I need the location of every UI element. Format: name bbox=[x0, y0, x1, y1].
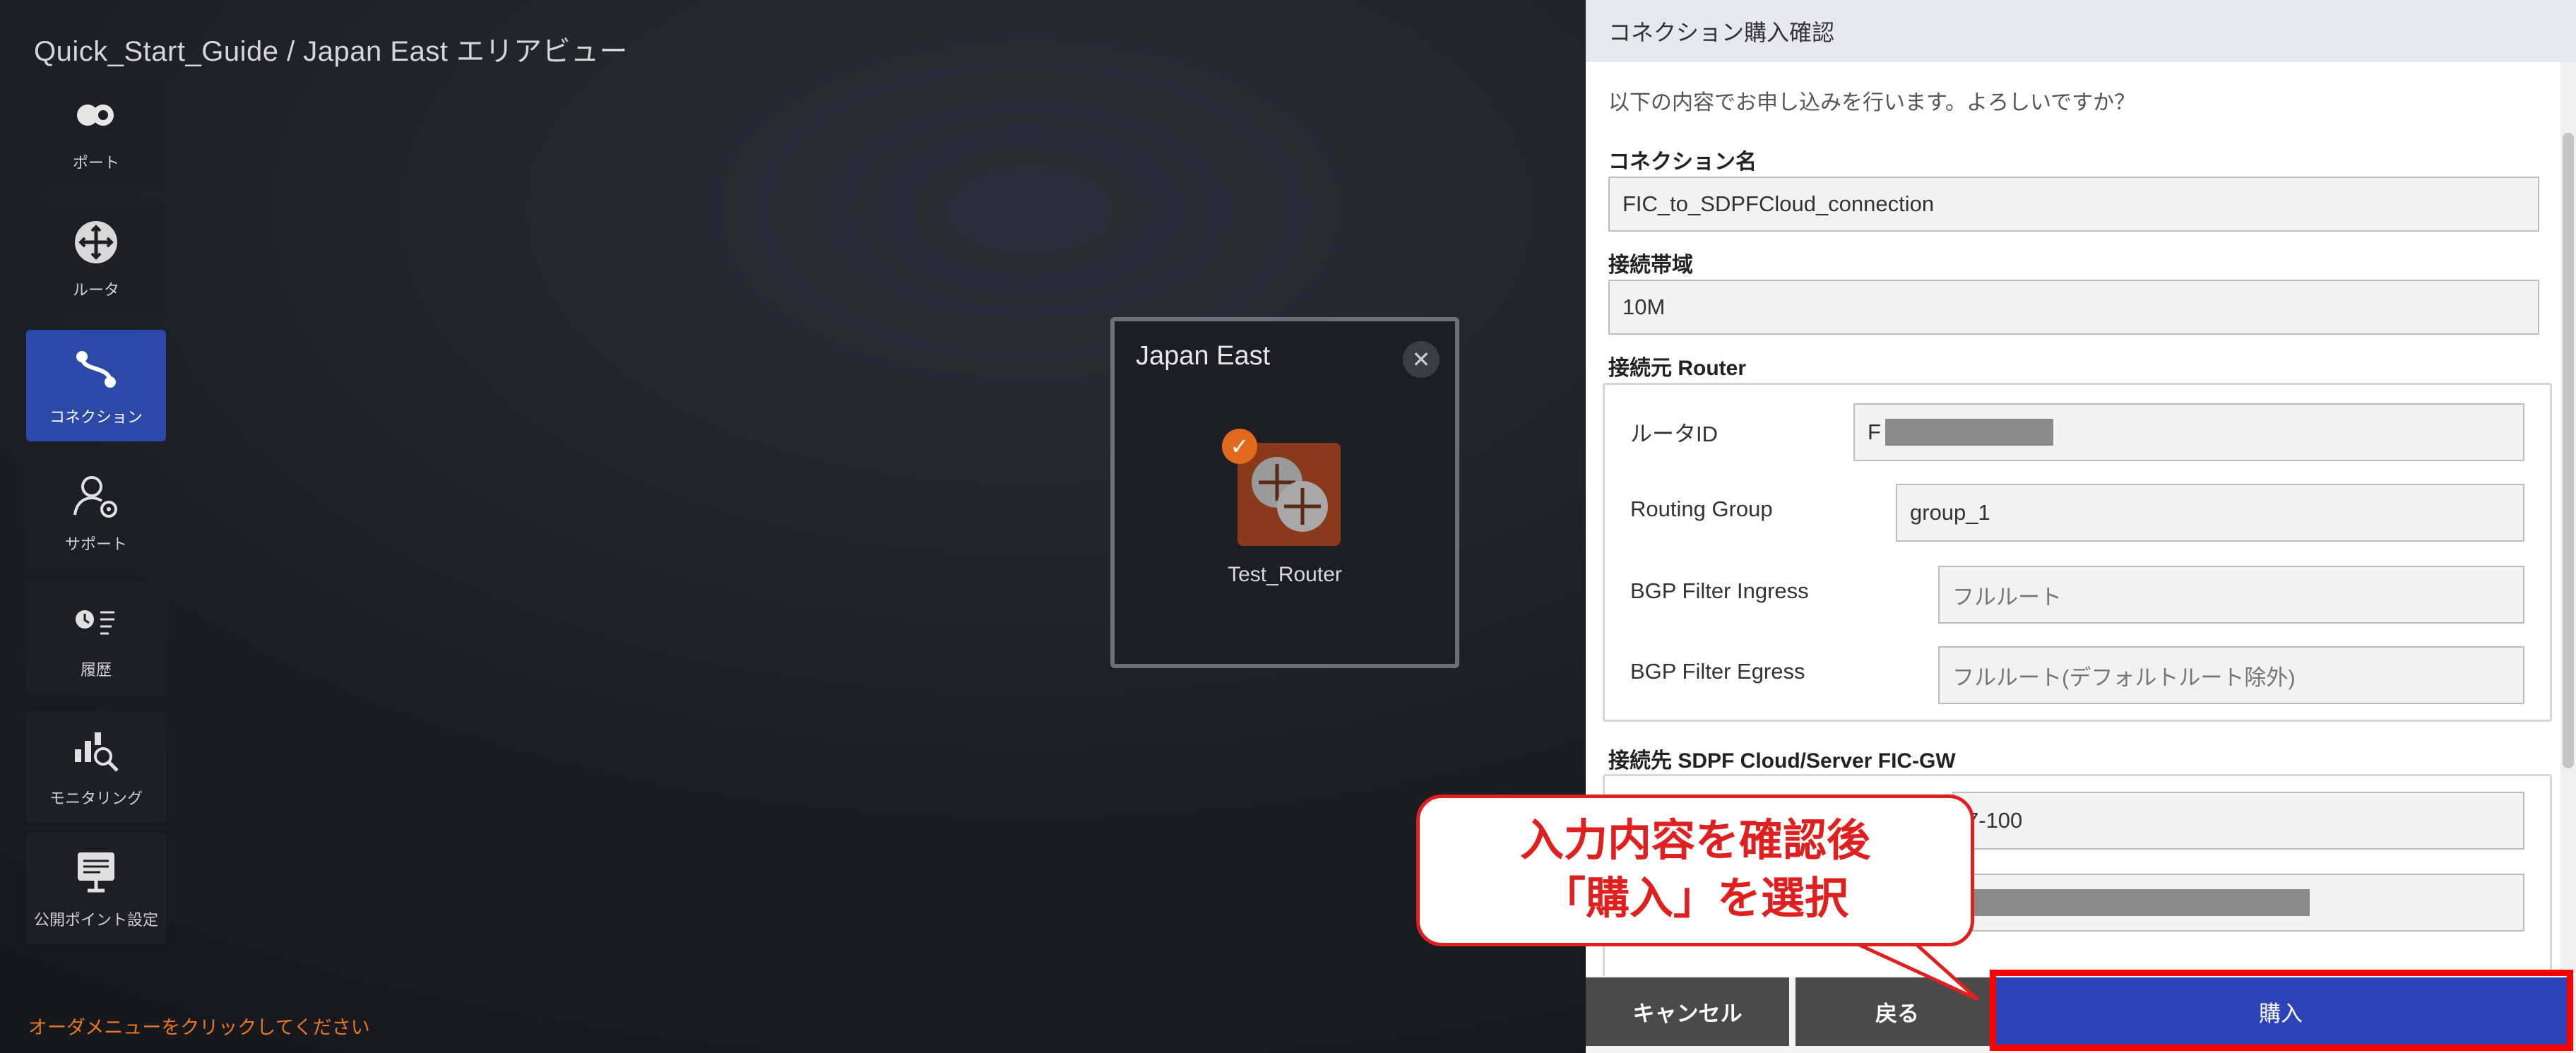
dest-label: 接続先 SDPF Cloud/Server FIC-GW bbox=[1608, 749, 1956, 773]
connection-name-label: コネクション名 bbox=[1608, 150, 1757, 174]
sidebar-item-router[interactable]: ルータ bbox=[26, 203, 166, 314]
monitoring-icon bbox=[68, 725, 124, 776]
router-node[interactable] bbox=[1237, 443, 1341, 546]
sidebar-item-label: ルータ bbox=[72, 282, 119, 299]
sidebar-item-label: 公開ポイント設定 bbox=[33, 912, 158, 929]
bgp-egress-field: フルルート(デフォルトルート除外) bbox=[1938, 646, 2524, 704]
redacted-mask bbox=[1884, 419, 2053, 446]
port-icon bbox=[68, 90, 124, 141]
bgp-ingress-field: フルルート bbox=[1938, 566, 2524, 624]
sidebar-item-label: 履歴 bbox=[80, 662, 112, 679]
confirm-message: 以下の内容でお申し込みを行います。よろしいですか？ bbox=[1608, 91, 2136, 114]
sidebar-item-label: ポート bbox=[72, 155, 119, 172]
sidebar-item-label: サポート bbox=[64, 536, 127, 554]
public-point-icon bbox=[68, 847, 124, 898]
router-id-value: F bbox=[1868, 420, 1881, 444]
callout-text: 入力内容を確認後 「購入」を選択 bbox=[1416, 811, 1974, 927]
source-router-group: ルータID F Routing Group group_1 BGP Filter… bbox=[1603, 383, 2552, 722]
sidebar-item-connection[interactable]: コネクション bbox=[26, 330, 166, 441]
router-label: Test_Router bbox=[1228, 563, 1342, 586]
panel-title: コネクション購入確認 bbox=[1586, 0, 2576, 62]
redacted-mask bbox=[1971, 889, 2310, 916]
routing-group-label: Routing Group bbox=[1630, 496, 1773, 521]
sidebar-item-monitoring[interactable]: モニタリング bbox=[26, 711, 166, 823]
dest-field-1: 7-100 bbox=[1952, 792, 2524, 850]
bgp-ingress-label: BGP Filter Ingress bbox=[1630, 578, 1809, 603]
callout: 入力内容を確認後 「購入」を選択 bbox=[1416, 795, 1981, 1006]
sidebar-item-label: モニタリング bbox=[49, 790, 143, 808]
check-icon: ✓ bbox=[1222, 429, 1257, 464]
sidebar-item-port[interactable]: ポート bbox=[26, 76, 166, 187]
app-root: Quick_Start_Guide / Japan East エリアビュー ポー… bbox=[0, 0, 2576, 1053]
dest-field-2 bbox=[1952, 874, 2524, 932]
router-id-field: F bbox=[1853, 403, 2524, 461]
source-router-label: 接続元 Router bbox=[1608, 357, 1746, 380]
connection-name-field: FIC_to_SDPFCloud_connection bbox=[1608, 177, 2539, 232]
bandwidth-label: 接続帯域 bbox=[1608, 254, 1693, 277]
area-title: Japan East bbox=[1136, 341, 1271, 371]
bgp-egress-label: BGP Filter Egress bbox=[1630, 659, 1805, 684]
router-icon bbox=[68, 217, 124, 268]
support-icon bbox=[68, 471, 124, 522]
router-pair-icon bbox=[1252, 457, 1328, 532]
history-icon bbox=[68, 597, 124, 648]
sidebar-item-label: コネクション bbox=[49, 409, 143, 427]
order-hint: オーダメニューをクリックしてください bbox=[28, 1017, 370, 1039]
connection-icon bbox=[68, 344, 124, 395]
sidebar-item-history[interactable]: 履歴 bbox=[26, 583, 166, 694]
router-id-label: ルータID bbox=[1630, 422, 1718, 446]
breadcrumb: Quick_Start_Guide / Japan East エリアビュー bbox=[34, 36, 629, 67]
routing-group-field: group_1 bbox=[1896, 484, 2524, 542]
callout-line-1: 入力内容を確認後 bbox=[1519, 814, 1870, 866]
scrollbar-thumb[interactable] bbox=[2563, 133, 2574, 768]
area-card: Japan East ✕ ✓ Test_Router bbox=[1110, 317, 1459, 668]
scrollbar[interactable] bbox=[2560, 62, 2576, 973]
sidebar-item-public-point[interactable]: 公開ポイント設定 bbox=[26, 833, 166, 944]
bandwidth-field: 10M bbox=[1608, 280, 2539, 335]
close-icon[interactable]: ✕ bbox=[1403, 341, 1440, 378]
buy-highlight-outline bbox=[1990, 970, 2573, 1051]
callout-line-2: 「購入」を選択 bbox=[1541, 872, 1848, 924]
sidebar-item-support[interactable]: サポート bbox=[26, 457, 166, 569]
